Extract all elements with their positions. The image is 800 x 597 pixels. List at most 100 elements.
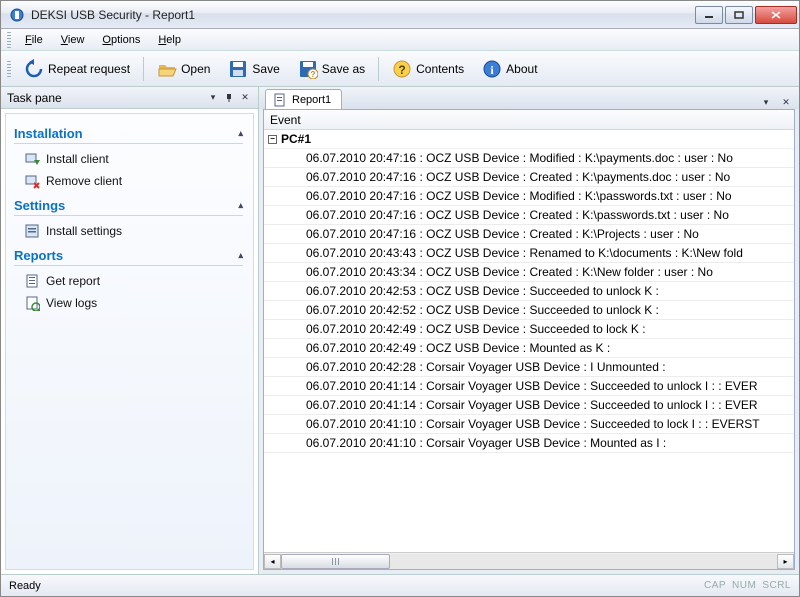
event-row[interactable]: 06.07.2010 20:47:16 : OCZ USB Device : C… bbox=[264, 225, 794, 244]
report-pane: Report1 ▾ ✕ Event − PC#1 06.07.2010 20:4… bbox=[259, 87, 799, 574]
about-button[interactable]: i About bbox=[473, 54, 546, 84]
titlebar: DEKSI USB Security - Report1 bbox=[1, 1, 799, 29]
menubar: File View Options Help bbox=[1, 29, 799, 51]
open-label: Open bbox=[181, 62, 210, 76]
settings-icon bbox=[24, 223, 40, 239]
event-row[interactable]: 06.07.2010 20:42:49 : OCZ USB Device : S… bbox=[264, 320, 794, 339]
event-row[interactable]: 06.07.2010 20:41:14 : Corsair Voyager US… bbox=[264, 396, 794, 415]
task-remove-client[interactable]: Remove client bbox=[14, 170, 243, 192]
task-remove-client-label: Remove client bbox=[46, 174, 122, 188]
menu-view[interactable]: View bbox=[53, 32, 93, 48]
task-install-settings-label: Install settings bbox=[46, 224, 122, 238]
menu-file-rest: ile bbox=[32, 34, 43, 46]
logs-icon bbox=[24, 295, 40, 311]
event-row[interactable]: 06.07.2010 20:42:52 : OCZ USB Device : S… bbox=[264, 301, 794, 320]
task-install-settings[interactable]: Install settings bbox=[14, 220, 243, 242]
contents-button[interactable]: ? Contents bbox=[383, 54, 473, 84]
tab-dropdown-icon[interactable]: ▾ bbox=[759, 95, 773, 109]
tab-row: Report1 ▾ ✕ bbox=[259, 87, 799, 109]
scroll-right-icon[interactable]: ▸ bbox=[777, 554, 794, 569]
task-pane: Task pane ▾ ✕ Installation ▴ Install cli… bbox=[1, 87, 259, 574]
save-as-button[interactable]: ? Save as bbox=[289, 54, 374, 84]
task-pane-title: Task pane bbox=[7, 91, 62, 105]
about-label: About bbox=[506, 62, 537, 76]
remove-icon bbox=[24, 173, 40, 189]
section-settings-label: Settings bbox=[14, 198, 65, 213]
num-indicator: NUM bbox=[732, 580, 756, 591]
divider bbox=[14, 143, 243, 144]
event-row[interactable]: 06.07.2010 20:41:10 : Corsair Voyager US… bbox=[264, 415, 794, 434]
divider bbox=[14, 265, 243, 266]
status-text: Ready bbox=[9, 580, 41, 592]
menubar-handle[interactable] bbox=[7, 32, 11, 48]
scroll-thumb[interactable] bbox=[281, 554, 390, 569]
refresh-icon bbox=[24, 59, 44, 79]
minimize-button[interactable] bbox=[695, 6, 723, 24]
column-header-event[interactable]: Event bbox=[264, 110, 794, 130]
collapse-icon: ▴ bbox=[238, 128, 243, 139]
save-button[interactable]: Save bbox=[219, 54, 288, 84]
toolbar-separator bbox=[143, 57, 144, 81]
save-as-label: Save as bbox=[322, 62, 365, 76]
task-install-client-label: Install client bbox=[46, 152, 109, 166]
menu-file-label: F bbox=[25, 34, 32, 46]
svg-text:?: ? bbox=[398, 63, 405, 77]
main-area: Task pane ▾ ✕ Installation ▴ Install cli… bbox=[1, 87, 799, 574]
report-body: Event − PC#1 06.07.2010 20:47:16 : OCZ U… bbox=[263, 109, 795, 570]
task-get-report-label: Get report bbox=[46, 274, 100, 288]
toolbar-handle[interactable] bbox=[7, 61, 11, 77]
menu-options[interactable]: Options bbox=[94, 32, 148, 48]
report-icon bbox=[24, 273, 40, 289]
menu-help[interactable]: Help bbox=[150, 32, 189, 48]
section-reports-label: Reports bbox=[14, 248, 63, 263]
menu-file[interactable]: File bbox=[17, 32, 51, 48]
pin-icon[interactable] bbox=[222, 91, 236, 105]
statusbar: Ready CAP NUM SCRL bbox=[1, 574, 799, 596]
task-view-logs[interactable]: View logs bbox=[14, 292, 243, 314]
menu-view-label: V bbox=[61, 34, 68, 46]
window-title: DEKSI USB Security - Report1 bbox=[31, 8, 695, 22]
section-reports[interactable]: Reports ▴ bbox=[14, 248, 243, 263]
group-row-pc1[interactable]: − PC#1 bbox=[264, 130, 794, 149]
close-pane-icon[interactable]: ✕ bbox=[238, 91, 252, 105]
floppy-question-icon: ? bbox=[298, 59, 318, 79]
toolbar: Repeat request Open Save ? Save as ? Con… bbox=[1, 51, 799, 87]
contents-label: Contents bbox=[416, 62, 464, 76]
event-row[interactable]: 06.07.2010 20:47:16 : OCZ USB Device : C… bbox=[264, 206, 794, 225]
task-install-client[interactable]: Install client bbox=[14, 148, 243, 170]
scroll-left-icon[interactable]: ◂ bbox=[264, 554, 281, 569]
event-row[interactable]: 06.07.2010 20:42:49 : OCZ USB Device : M… bbox=[264, 339, 794, 358]
event-row[interactable]: 06.07.2010 20:42:53 : OCZ USB Device : S… bbox=[264, 282, 794, 301]
cap-indicator: CAP bbox=[704, 580, 726, 591]
help-icon: ? bbox=[392, 59, 412, 79]
dropdown-icon[interactable]: ▾ bbox=[206, 91, 220, 105]
toolbar-separator bbox=[378, 57, 379, 81]
horizontal-scrollbar[interactable]: ◂ ▸ bbox=[264, 552, 794, 569]
event-row[interactable]: 06.07.2010 20:47:16 : OCZ USB Device : M… bbox=[264, 187, 794, 206]
event-row[interactable]: 06.07.2010 20:47:16 : OCZ USB Device : C… bbox=[264, 168, 794, 187]
install-icon bbox=[24, 151, 40, 167]
tab-close-icon[interactable]: ✕ bbox=[779, 95, 793, 109]
maximize-button[interactable] bbox=[725, 6, 753, 24]
scroll-track[interactable] bbox=[281, 554, 777, 569]
event-row[interactable]: 06.07.2010 20:41:14 : Corsair Voyager US… bbox=[264, 377, 794, 396]
scrl-indicator: SCRL bbox=[762, 580, 791, 591]
close-button[interactable] bbox=[755, 6, 797, 24]
floppy-icon bbox=[228, 59, 248, 79]
repeat-request-button[interactable]: Repeat request bbox=[15, 54, 139, 84]
event-row[interactable]: 06.07.2010 20:41:10 : Corsair Voyager US… bbox=[264, 434, 794, 453]
task-view-logs-label: View logs bbox=[46, 296, 97, 310]
folder-open-icon bbox=[157, 59, 177, 79]
event-row[interactable]: 06.07.2010 20:43:43 : OCZ USB Device : R… bbox=[264, 244, 794, 263]
event-row[interactable]: 06.07.2010 20:42:28 : Corsair Voyager US… bbox=[264, 358, 794, 377]
task-pane-body: Installation ▴ Install client Remove cli… bbox=[5, 113, 254, 570]
event-row[interactable]: 06.07.2010 20:47:16 : OCZ USB Device : M… bbox=[264, 149, 794, 168]
event-row[interactable]: 06.07.2010 20:43:34 : OCZ USB Device : C… bbox=[264, 263, 794, 282]
collapse-group-icon[interactable]: − bbox=[268, 135, 277, 144]
app-icon bbox=[9, 7, 25, 23]
section-installation[interactable]: Installation ▴ bbox=[14, 126, 243, 141]
task-get-report[interactable]: Get report bbox=[14, 270, 243, 292]
section-settings[interactable]: Settings ▴ bbox=[14, 198, 243, 213]
tab-report1[interactable]: Report1 bbox=[265, 89, 342, 109]
open-button[interactable]: Open bbox=[148, 54, 219, 84]
